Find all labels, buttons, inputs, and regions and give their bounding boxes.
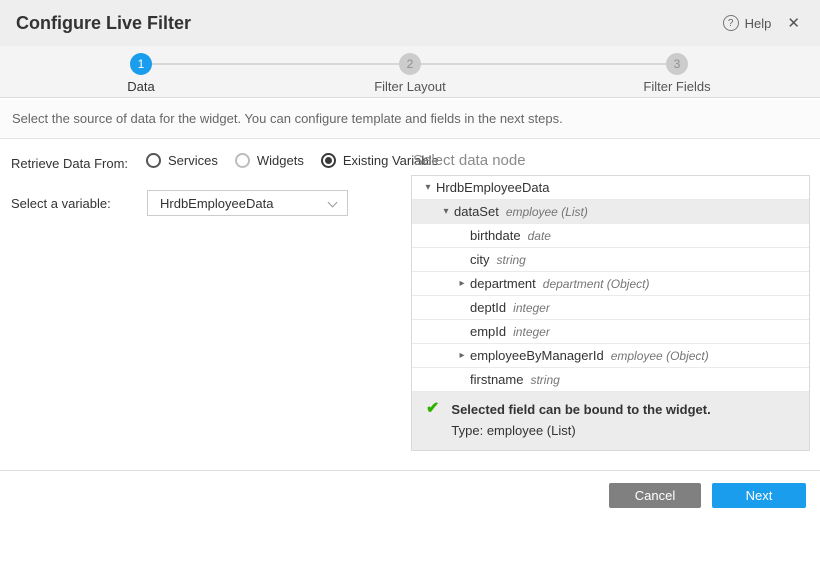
wizard-stepper: 1 Data 2 Filter Layout 3 Filter Fields	[0, 46, 820, 98]
tree-node-type: string	[497, 253, 526, 267]
tree-node-type: department (Object)	[543, 277, 650, 291]
tree-node-name: empId	[470, 324, 506, 339]
header-actions: ? Help ✕	[723, 12, 804, 34]
select-variable-label: Select a variable:	[11, 196, 111, 211]
variable-select-value: HrdbEmployeeData	[160, 196, 273, 211]
tree-node-type: integer	[513, 301, 550, 315]
tree-node-name: firstname	[470, 372, 523, 387]
close-icon[interactable]: ✕	[783, 12, 804, 34]
page-title: Configure Live Filter	[16, 13, 191, 34]
help-icon: ?	[723, 15, 739, 31]
variable-select[interactable]: HrdbEmployeeData	[147, 190, 348, 216]
binding-status-panel: ✔ Selected field can be bound to the wid…	[412, 392, 809, 450]
data-node-tree: HrdbEmployeeData dataSet employee (List)…	[411, 175, 810, 451]
radio-services-circle	[146, 153, 161, 168]
step-filter-layout[interactable]: 2 Filter Layout	[340, 46, 480, 94]
radio-services-label: Services	[168, 153, 218, 168]
next-button[interactable]: Next	[712, 483, 806, 508]
help-button[interactable]: ? Help	[723, 15, 772, 31]
radio-widgets[interactable]: Widgets	[235, 153, 304, 168]
tree-node-name: deptId	[470, 300, 506, 315]
step-3-label: Filter Fields	[607, 79, 747, 94]
step-2-label: Filter Layout	[340, 79, 480, 94]
tree-row[interactable]: HrdbEmployeeData	[412, 176, 809, 200]
radio-services[interactable]: Services	[146, 153, 218, 168]
status-type-line: Type: employee (List)	[451, 420, 710, 441]
tree-node-name: employeeByManagerId	[470, 348, 604, 363]
tree-node-name: birthdate	[470, 228, 521, 243]
tree-node-type: employee (Object)	[611, 349, 709, 363]
cancel-button[interactable]: Cancel	[609, 483, 701, 508]
step-filter-fields[interactable]: 3 Filter Fields	[607, 46, 747, 94]
radio-existing-variable-circle	[321, 153, 336, 168]
step-1-label: Data	[71, 79, 211, 94]
select-data-node-title: Select data node	[413, 152, 526, 169]
check-icon: ✔	[426, 401, 439, 441]
retrieve-data-from-label: Retrieve Data From:	[11, 156, 128, 171]
step-1-circle[interactable]: 1	[130, 53, 152, 75]
caret-right-icon[interactable]	[454, 278, 470, 289]
chevron-down-icon	[328, 198, 338, 208]
step-data[interactable]: 1 Data	[71, 46, 211, 94]
radio-widgets-circle	[235, 153, 250, 168]
tree-node-name: dataSet	[454, 204, 499, 219]
caret-right-icon[interactable]	[454, 350, 470, 361]
radio-widgets-label: Widgets	[257, 153, 304, 168]
tree-node-type: employee (List)	[506, 205, 588, 219]
status-message: Selected field can be bound to the widge…	[451, 399, 710, 420]
tree-node-type: date	[528, 229, 551, 243]
tree-node-type: string	[530, 373, 559, 387]
tree-row[interactable]: empId integer	[412, 320, 809, 344]
step-description: Select the source of data for the widget…	[0, 99, 820, 139]
tree-node-name: department	[470, 276, 536, 291]
tree-row[interactable]: deptId integer	[412, 296, 809, 320]
tree-node-name: HrdbEmployeeData	[436, 180, 549, 195]
datasource-radio-group: Services Widgets Existing Variable	[146, 153, 439, 168]
step-3-circle[interactable]: 3	[666, 53, 688, 75]
caret-down-icon[interactable]	[420, 182, 436, 193]
tree-row[interactable]: dataSet employee (List)	[412, 200, 809, 224]
tree-row[interactable]: employeeByManagerId employee (Object)	[412, 344, 809, 368]
caret-down-icon[interactable]	[438, 206, 454, 217]
help-label: Help	[745, 16, 772, 31]
tree-row[interactable]: city string	[412, 248, 809, 272]
tree-row[interactable]: birthdate date	[412, 224, 809, 248]
footer-divider	[0, 470, 820, 471]
tree-node-type: integer	[513, 325, 550, 339]
dialog-header: Configure Live Filter ? Help ✕	[0, 0, 820, 46]
binding-status-text: Selected field can be bound to the widge…	[451, 399, 710, 441]
step-2-circle[interactable]: 2	[399, 53, 421, 75]
tree-node-name: city	[470, 252, 490, 267]
tree-row[interactable]: firstname string	[412, 368, 809, 392]
tree-row[interactable]: department department (Object)	[412, 272, 809, 296]
